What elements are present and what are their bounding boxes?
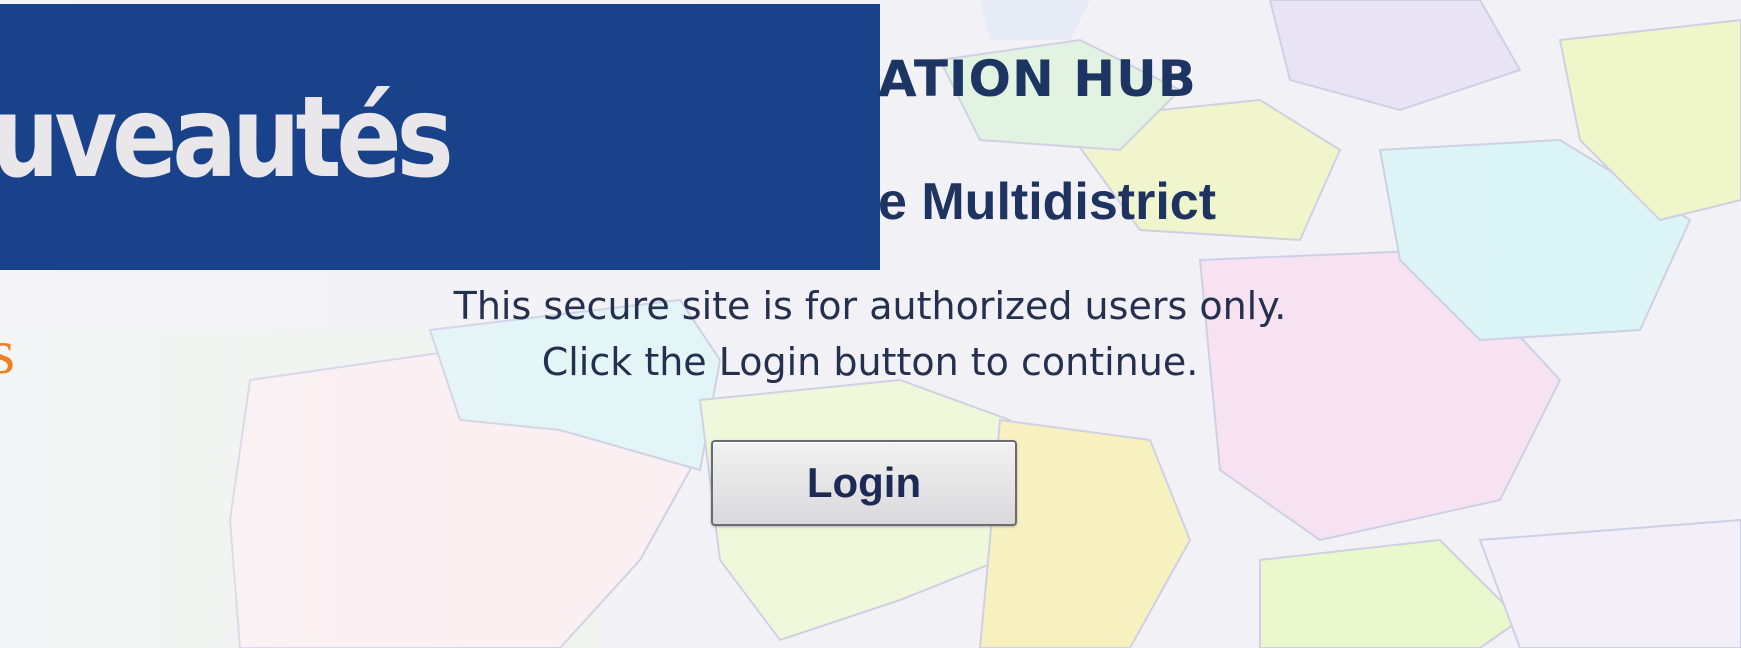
banner-title: ouveautés (0, 73, 454, 203)
news-banner: ouveautés (0, 4, 880, 270)
hub-title: ATION HUB (878, 50, 1197, 108)
orange-text-fragment: s (0, 316, 15, 387)
login-button[interactable]: Login (711, 440, 1017, 526)
sub-title: e Multidistrict (878, 173, 1217, 231)
notice-line-authorized: This secure site is for authorized users… (453, 284, 1287, 328)
notice-line-instruction: Click the Login button to continue. (541, 340, 1199, 384)
